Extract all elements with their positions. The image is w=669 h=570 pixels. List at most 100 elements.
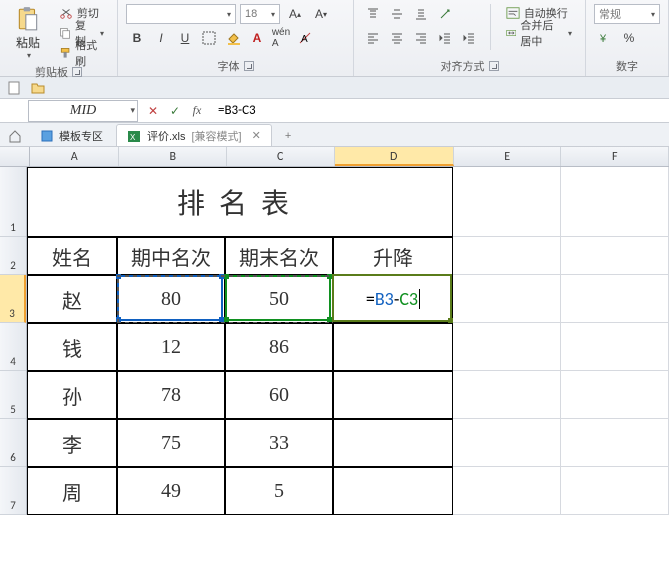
cell-A3[interactable]: 赵 xyxy=(27,275,117,323)
cell-B4[interactable]: 12 xyxy=(117,323,225,371)
cell-E4[interactable] xyxy=(453,323,561,371)
row-header-7[interactable]: 7 xyxy=(0,467,26,515)
shrink-font-button[interactable]: A▾ xyxy=(310,4,332,24)
template-tab[interactable]: 模板专区 xyxy=(30,124,114,146)
row-header-3[interactable]: 3 xyxy=(0,275,26,323)
cell-F6[interactable] xyxy=(561,419,669,467)
col-header-D[interactable]: D xyxy=(335,147,454,166)
cell-A2[interactable]: 姓名 xyxy=(27,237,117,275)
group-clipboard: 粘贴 ▾ 剪切 复制▾ 格式刷 xyxy=(0,0,118,76)
cell-E2[interactable] xyxy=(453,237,561,275)
cell-C4[interactable]: 86 xyxy=(225,323,333,371)
cell-B3[interactable]: 80 xyxy=(117,275,225,323)
fx-button[interactable]: fx xyxy=(188,102,206,120)
decrease-indent-button[interactable] xyxy=(434,28,456,48)
cell-E1[interactable] xyxy=(453,167,561,237)
align-left-button[interactable] xyxy=(362,28,384,48)
cell-D5[interactable] xyxy=(333,371,453,419)
cell-D3[interactable]: =B3-C3 xyxy=(333,275,453,323)
cell-B2[interactable]: 期中名次 xyxy=(117,237,225,275)
cell-D2[interactable]: 升降 xyxy=(333,237,453,275)
cell-B6[interactable]: 75 xyxy=(117,419,225,467)
cell-F5[interactable] xyxy=(561,371,669,419)
row-header-5[interactable]: 5 xyxy=(0,371,26,419)
phonetic-button[interactable]: wénA xyxy=(270,28,292,48)
name-box[interactable]: MID ▾ xyxy=(28,100,138,122)
font-size-combo[interactable]: 18▾ xyxy=(240,4,280,24)
new-icon[interactable] xyxy=(6,80,22,96)
add-tab[interactable]: + xyxy=(274,124,296,146)
fill-color-button[interactable] xyxy=(222,28,244,48)
close-icon[interactable]: ✕ xyxy=(252,129,261,142)
group-alignment: 自动换行 合并后居中▾ 对齐方式 xyxy=(354,0,586,76)
clear-format-button[interactable]: A xyxy=(294,28,316,48)
cell-E6[interactable] xyxy=(453,419,561,467)
launcher-icon[interactable] xyxy=(244,61,254,71)
align-middle-button[interactable] xyxy=(386,4,408,24)
font-family-combo[interactable]: ▾ xyxy=(126,4,236,24)
cancel-button[interactable]: ✕ xyxy=(144,102,162,120)
col-header-C[interactable]: C xyxy=(227,147,335,166)
cell-E5[interactable] xyxy=(453,371,561,419)
cell-C2[interactable]: 期末名次 xyxy=(225,237,333,275)
row-header-2[interactable]: 2 xyxy=(0,237,26,275)
column-headers: ABCDEF xyxy=(0,147,669,167)
grow-font-button[interactable]: A▴ xyxy=(284,4,306,24)
increase-indent-button[interactable] xyxy=(458,28,480,48)
col-header-B[interactable]: B xyxy=(119,147,227,166)
col-header-A[interactable]: A xyxy=(30,147,120,166)
cell-D6[interactable] xyxy=(333,419,453,467)
row-header-4[interactable]: 4 xyxy=(0,323,26,371)
cell-C7[interactable]: 5 xyxy=(225,467,333,515)
col-header-F[interactable]: F xyxy=(561,147,669,166)
cell-C3[interactable]: 50 xyxy=(225,275,333,323)
cell-F2[interactable] xyxy=(561,237,669,275)
cell-A7[interactable]: 周 xyxy=(27,467,117,515)
row-header-6[interactable]: 6 xyxy=(0,419,26,467)
cell-E7[interactable] xyxy=(453,467,561,515)
align-bottom-button[interactable] xyxy=(410,4,432,24)
cell-B5[interactable]: 78 xyxy=(117,371,225,419)
home-tab[interactable] xyxy=(2,124,28,146)
bold-button[interactable]: B xyxy=(126,28,148,48)
align-right-button[interactable] xyxy=(410,28,432,48)
row-header-1[interactable]: 1 xyxy=(0,167,26,237)
cell-D4[interactable] xyxy=(333,323,453,371)
enter-button[interactable]: ✓ xyxy=(166,102,184,120)
file-tab[interactable]: X 评价.xls [兼容模式] ✕ xyxy=(116,124,272,146)
formula-input[interactable] xyxy=(212,100,669,122)
cell-C6[interactable]: 33 xyxy=(225,419,333,467)
underline-button[interactable]: U xyxy=(174,28,196,48)
cell-F1[interactable] xyxy=(561,167,669,237)
orientation-button[interactable] xyxy=(434,4,456,24)
percent-button[interactable]: % xyxy=(618,28,640,48)
cell-F4[interactable] xyxy=(561,323,669,371)
merge-center-button[interactable]: 合并后居中▾ xyxy=(501,24,577,42)
align-top-button[interactable] xyxy=(362,4,384,24)
cell-A1[interactable]: 排名表 xyxy=(27,167,453,237)
cells-area[interactable]: 排名表姓名期中名次期末名次升降赵8050=B3-C3 钱1286 孙7860 李753… xyxy=(27,167,669,515)
format-painter-button[interactable]: 格式刷 xyxy=(54,44,109,62)
italic-button[interactable]: I xyxy=(150,28,172,48)
select-all-corner[interactable] xyxy=(0,147,30,166)
cell-B7[interactable]: 49 xyxy=(117,467,225,515)
cell-E3[interactable] xyxy=(453,275,561,323)
align-center-button[interactable] xyxy=(386,28,408,48)
launcher-icon[interactable] xyxy=(489,61,499,71)
font-color-button[interactable]: A xyxy=(246,28,268,48)
cell-F3[interactable] xyxy=(561,275,669,323)
cell-A4[interactable]: 钱 xyxy=(27,323,117,371)
col-header-E[interactable]: E xyxy=(454,147,562,166)
cell-A6[interactable]: 李 xyxy=(27,419,117,467)
currency-button[interactable]: ¥ xyxy=(594,28,616,48)
paste-button[interactable]: 粘贴 ▾ xyxy=(8,4,48,62)
number-format-combo[interactable]: 常规▾ xyxy=(594,4,660,24)
cell-C5[interactable]: 60 xyxy=(225,371,333,419)
home-icon xyxy=(8,129,22,143)
border-button[interactable] xyxy=(198,28,220,48)
cell-A5[interactable]: 孙 xyxy=(27,371,117,419)
cell-D7[interactable] xyxy=(333,467,453,515)
launcher-icon[interactable] xyxy=(72,67,82,77)
open-icon[interactable] xyxy=(30,80,46,96)
cell-F7[interactable] xyxy=(561,467,669,515)
